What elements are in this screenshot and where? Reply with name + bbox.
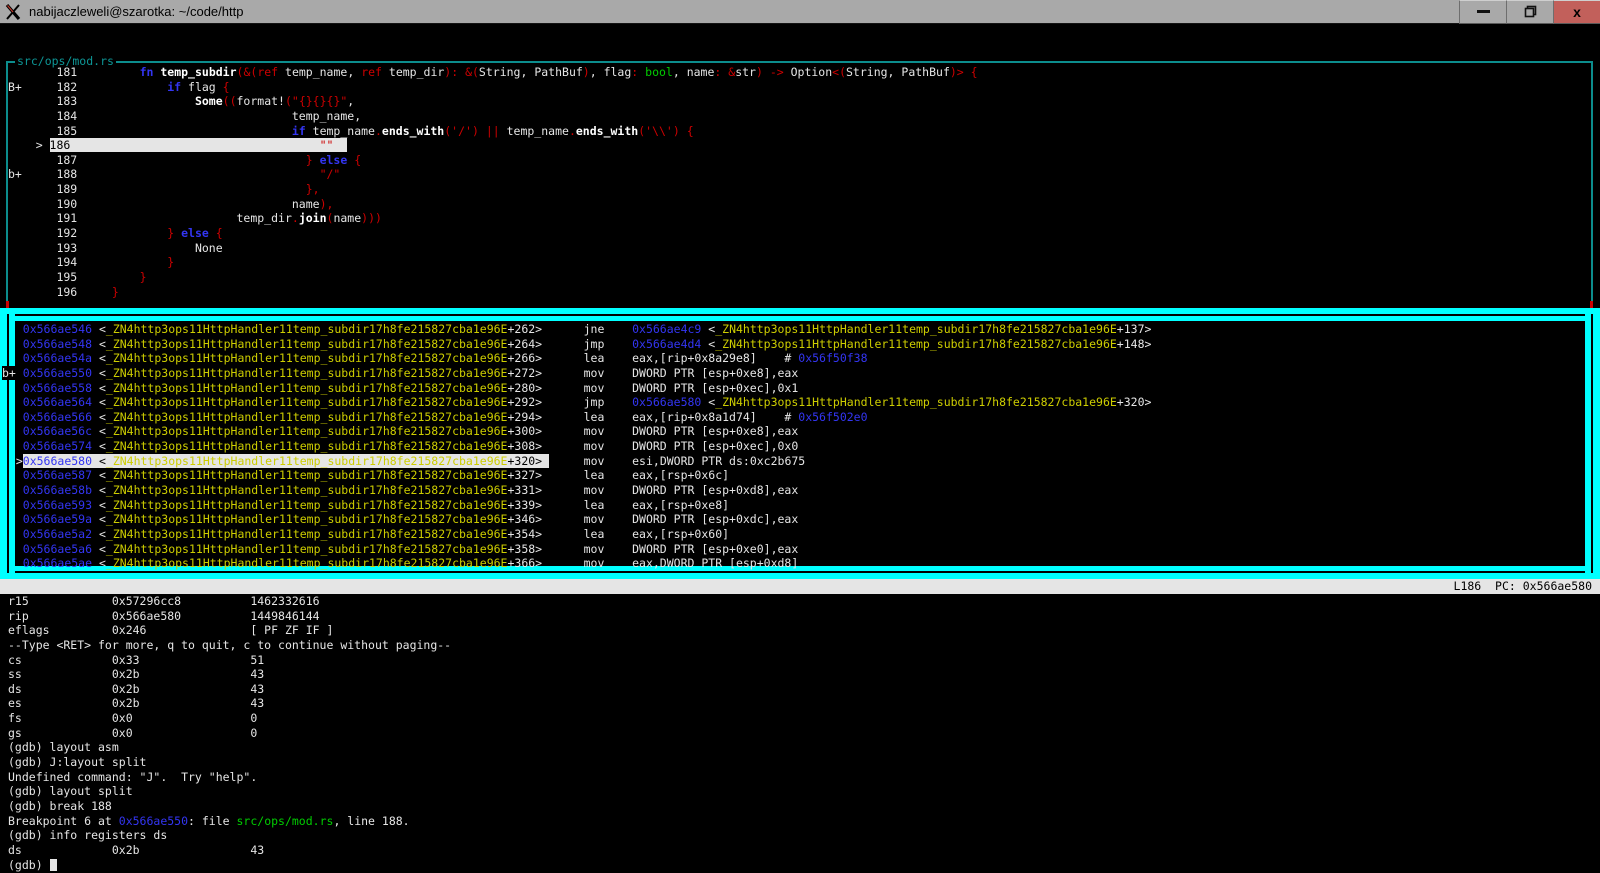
asm-window-border-right bbox=[1585, 308, 1600, 579]
gdb-status-bar: multi-thre Thread 0xf7c84700 ( In: http:… bbox=[0, 579, 1600, 594]
console-register-line: r15 0x57296cc8 1462332616 bbox=[8, 594, 320, 609]
console-register-line: ss 0x2b 43 bbox=[8, 667, 264, 682]
console-line: (gdb) info registers ds bbox=[8, 828, 167, 843]
source-line: 195 } bbox=[8, 270, 147, 285]
source-line: 196 } bbox=[8, 285, 119, 300]
asm-line: 0x566ae574 <_ZN4http3ops11HttpHandler11t… bbox=[2, 439, 798, 454]
console-line: --Type <RET> for more, q to quit, c to c… bbox=[8, 638, 451, 653]
asm-line-current: >0x566ae580 <_ZN4http3ops11HttpHandler11… bbox=[2, 454, 805, 469]
source-line: 185 if temp_name.ends_with('/') || temp_… bbox=[8, 124, 694, 139]
asm-line: 0x566ae58b <_ZN4http3ops11HttpHandler11t… bbox=[2, 483, 798, 498]
console-line: Breakpoint 6 at 0x566ae550: file src/ops… bbox=[8, 814, 410, 829]
window-controls: x bbox=[1459, 0, 1600, 24]
titlebar[interactable]: nabijaczleweli@szarotka: ~/code/http x bbox=[0, 0, 1600, 24]
asm-line: 0x566ae59a <_ZN4http3ops11HttpHandler11t… bbox=[2, 512, 798, 527]
window-title: nabijaczleweli@szarotka: ~/code/http bbox=[29, 4, 243, 19]
status-line-pc: L186 PC: 0x566ae580 bbox=[1454, 579, 1592, 594]
asm-line: 0x566ae5a6 <_ZN4http3ops11HttpHandler11t… bbox=[2, 542, 798, 557]
console-register-line: ds 0x2b 43 bbox=[8, 682, 264, 697]
source-line: 193 None bbox=[8, 241, 223, 256]
console-register-line: es 0x2b 43 bbox=[8, 696, 264, 711]
console-prompt-line: (gdb) bbox=[8, 858, 57, 873]
asm-line: 0x566ae5a2 <_ZN4http3ops11HttpHandler11t… bbox=[2, 527, 729, 542]
xterm-logo-icon bbox=[4, 3, 22, 21]
console-register-line: fs 0x0 0 bbox=[8, 711, 257, 726]
asm-line: 0x566ae546 <_ZN4http3ops11HttpHandler11t… bbox=[2, 322, 1151, 337]
console-register-line: cs 0x33 51 bbox=[8, 653, 264, 668]
console-register-line: ds 0x2b 43 bbox=[8, 843, 264, 858]
asm-line: 0x566ae56c <_ZN4http3ops11HttpHandler11t… bbox=[2, 424, 798, 439]
console-register-line: gs 0x0 0 bbox=[8, 726, 257, 741]
terminal-screen[interactable]: src/ops/mod.rs 181 fn temp_subdir(&(ref … bbox=[0, 25, 1600, 870]
asm-line: 0x566ae566 <_ZN4http3ops11HttpHandler11t… bbox=[2, 410, 868, 425]
asm-line: 0x566ae564 <_ZN4http3ops11HttpHandler11t… bbox=[2, 395, 1151, 410]
minimize-icon bbox=[1477, 10, 1490, 13]
current-instruction-highlight: 0x566ae580 <_ZN4http3ops11HttpHandler11t… bbox=[23, 454, 549, 468]
asm-line: 0x566ae587 <_ZN4http3ops11HttpHandler11t… bbox=[2, 468, 729, 483]
asm-line: 0x566ae558 <_ZN4http3ops11HttpHandler11t… bbox=[2, 381, 798, 396]
source-line: 181 fn temp_subdir(&(ref temp_name, ref … bbox=[8, 65, 978, 80]
console-line: (gdb) J:layout split bbox=[8, 755, 146, 770]
source-line: 190 name), bbox=[8, 197, 333, 212]
console-line: (gdb) break 188 bbox=[8, 799, 112, 814]
source-line: 183 Some((format!("{}{}{}", bbox=[8, 94, 354, 109]
source-line-current: > 186 "" bbox=[8, 138, 347, 153]
console-register-line: rip 0x566ae580 1449846144 bbox=[8, 609, 320, 624]
minimize-button[interactable] bbox=[1459, 0, 1506, 24]
breakpoint-marker: b+ bbox=[2, 366, 23, 380]
source-line: 191 temp_dir.join(name))) bbox=[8, 211, 382, 226]
asm-line: 0x566ae5ae <_ZN4http3ops11HttpHandler11t… bbox=[2, 556, 798, 571]
source-line: 192 } else { bbox=[8, 226, 223, 241]
asm-line: b+ 0x566ae550 <_ZN4http3ops11HttpHandler… bbox=[2, 366, 798, 381]
source-line: 189 }, bbox=[8, 182, 320, 197]
console-line: (gdb) layout asm bbox=[8, 740, 119, 755]
source-line: B+ 182 if flag { bbox=[8, 80, 230, 95]
console-register-line: eflags 0x246 [ PF ZF IF ] bbox=[8, 623, 333, 638]
console-line: Undefined command: "J". Try "help". bbox=[8, 770, 257, 785]
source-frame-corner-right bbox=[1590, 301, 1593, 308]
source-line: 194 } bbox=[8, 255, 174, 270]
maximize-icon bbox=[1524, 5, 1537, 18]
source-line: b+ 188 "/" bbox=[8, 167, 340, 182]
close-icon: x bbox=[1573, 5, 1581, 19]
current-line-highlight: 186 "" bbox=[50, 138, 348, 152]
maximize-button[interactable] bbox=[1506, 0, 1553, 24]
source-line: 187 } else { bbox=[8, 153, 361, 168]
asm-line: 0x566ae54a <_ZN4http3ops11HttpHandler11t… bbox=[2, 351, 868, 366]
close-button[interactable]: x bbox=[1553, 0, 1600, 24]
source-frame-corner-left bbox=[6, 301, 9, 308]
source-line: 184 temp_name, bbox=[8, 109, 361, 124]
asm-window-border-top bbox=[0, 308, 1600, 321]
asm-line: 0x566ae548 <_ZN4http3ops11HttpHandler11t… bbox=[2, 337, 1151, 352]
terminal-cursor bbox=[50, 859, 57, 871]
asm-line: 0x566ae593 <_ZN4http3ops11HttpHandler11t… bbox=[2, 498, 729, 513]
console-line: (gdb) layout split bbox=[8, 784, 133, 799]
